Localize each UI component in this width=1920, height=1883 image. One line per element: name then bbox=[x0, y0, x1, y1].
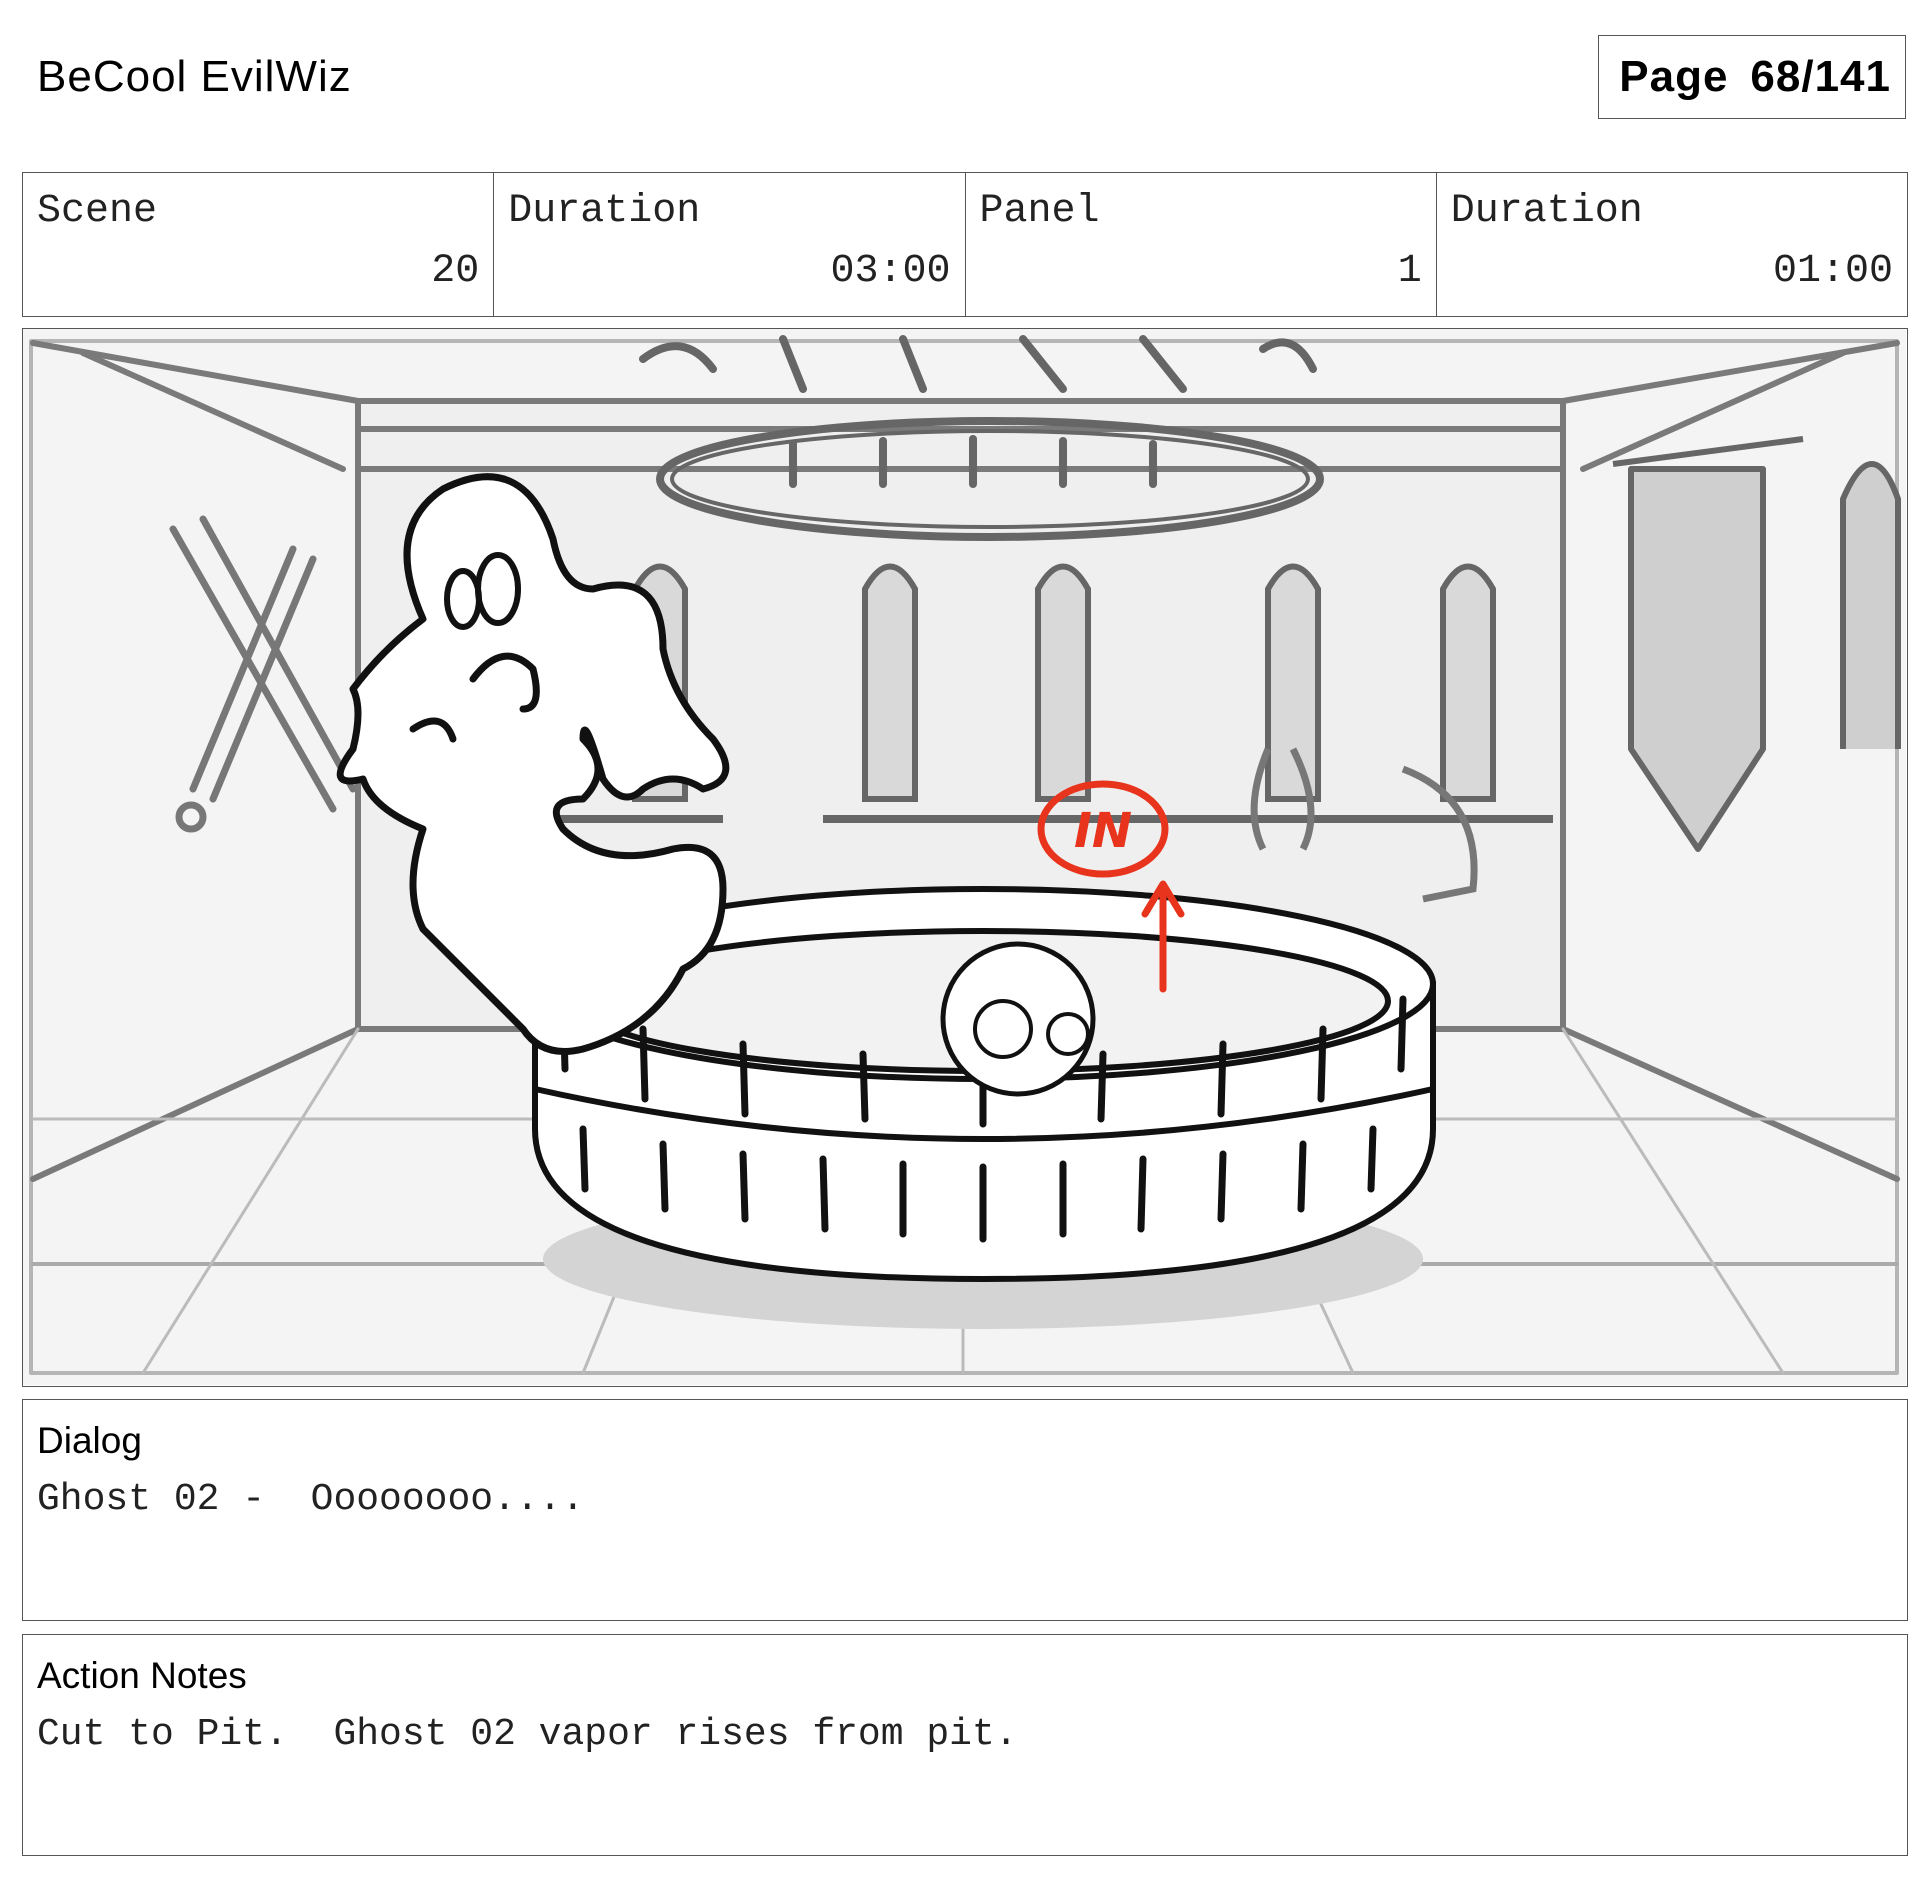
action-notes-box: Action Notes Cut to Pit. Ghost 02 vapor … bbox=[22, 1634, 1908, 1856]
panel-duration-cell: Duration 01:00 bbox=[1437, 173, 1907, 316]
scene-info-table: Scene 20 Duration 03:00 Panel 1 Duration… bbox=[22, 172, 1908, 317]
storyboard-panel: IN bbox=[22, 328, 1908, 1387]
panel-label: Panel bbox=[979, 189, 1100, 234]
scene-cell: Scene 20 bbox=[23, 173, 495, 316]
scene-duration-value: 03:00 bbox=[830, 249, 951, 294]
panel-duration-value: 01:00 bbox=[1772, 249, 1893, 294]
page-label: Page bbox=[1619, 52, 1729, 101]
dialog-heading: Dialog bbox=[37, 1420, 142, 1461]
scene-duration-cell: Duration 03:00 bbox=[494, 173, 966, 316]
panel-cell: Panel 1 bbox=[966, 173, 1437, 316]
action-notes-heading: Action Notes bbox=[37, 1655, 247, 1696]
project-title: BeCool EvilWiz bbox=[37, 52, 352, 101]
scene-duration-label: Duration bbox=[508, 189, 701, 234]
dialog-text: Ghost 02 - Oooooooo.... bbox=[37, 1478, 585, 1521]
dialog-box: Dialog Ghost 02 - Oooooooo.... bbox=[22, 1399, 1908, 1621]
panel-value: 1 bbox=[1397, 249, 1422, 294]
scene-label: Scene bbox=[37, 189, 158, 234]
page-number: 68/141 bbox=[1750, 52, 1891, 101]
in-annotation-text: IN bbox=[1074, 803, 1132, 859]
panel-duration-label: Duration bbox=[1450, 189, 1643, 234]
page-indicator: Page 68/141 bbox=[1598, 35, 1906, 119]
storyboard-sketch: IN bbox=[23, 329, 1906, 1385]
scene-value: 20 bbox=[431, 249, 480, 294]
action-notes-text: Cut to Pit. Ghost 02 vapor rises from pi… bbox=[37, 1713, 1018, 1756]
